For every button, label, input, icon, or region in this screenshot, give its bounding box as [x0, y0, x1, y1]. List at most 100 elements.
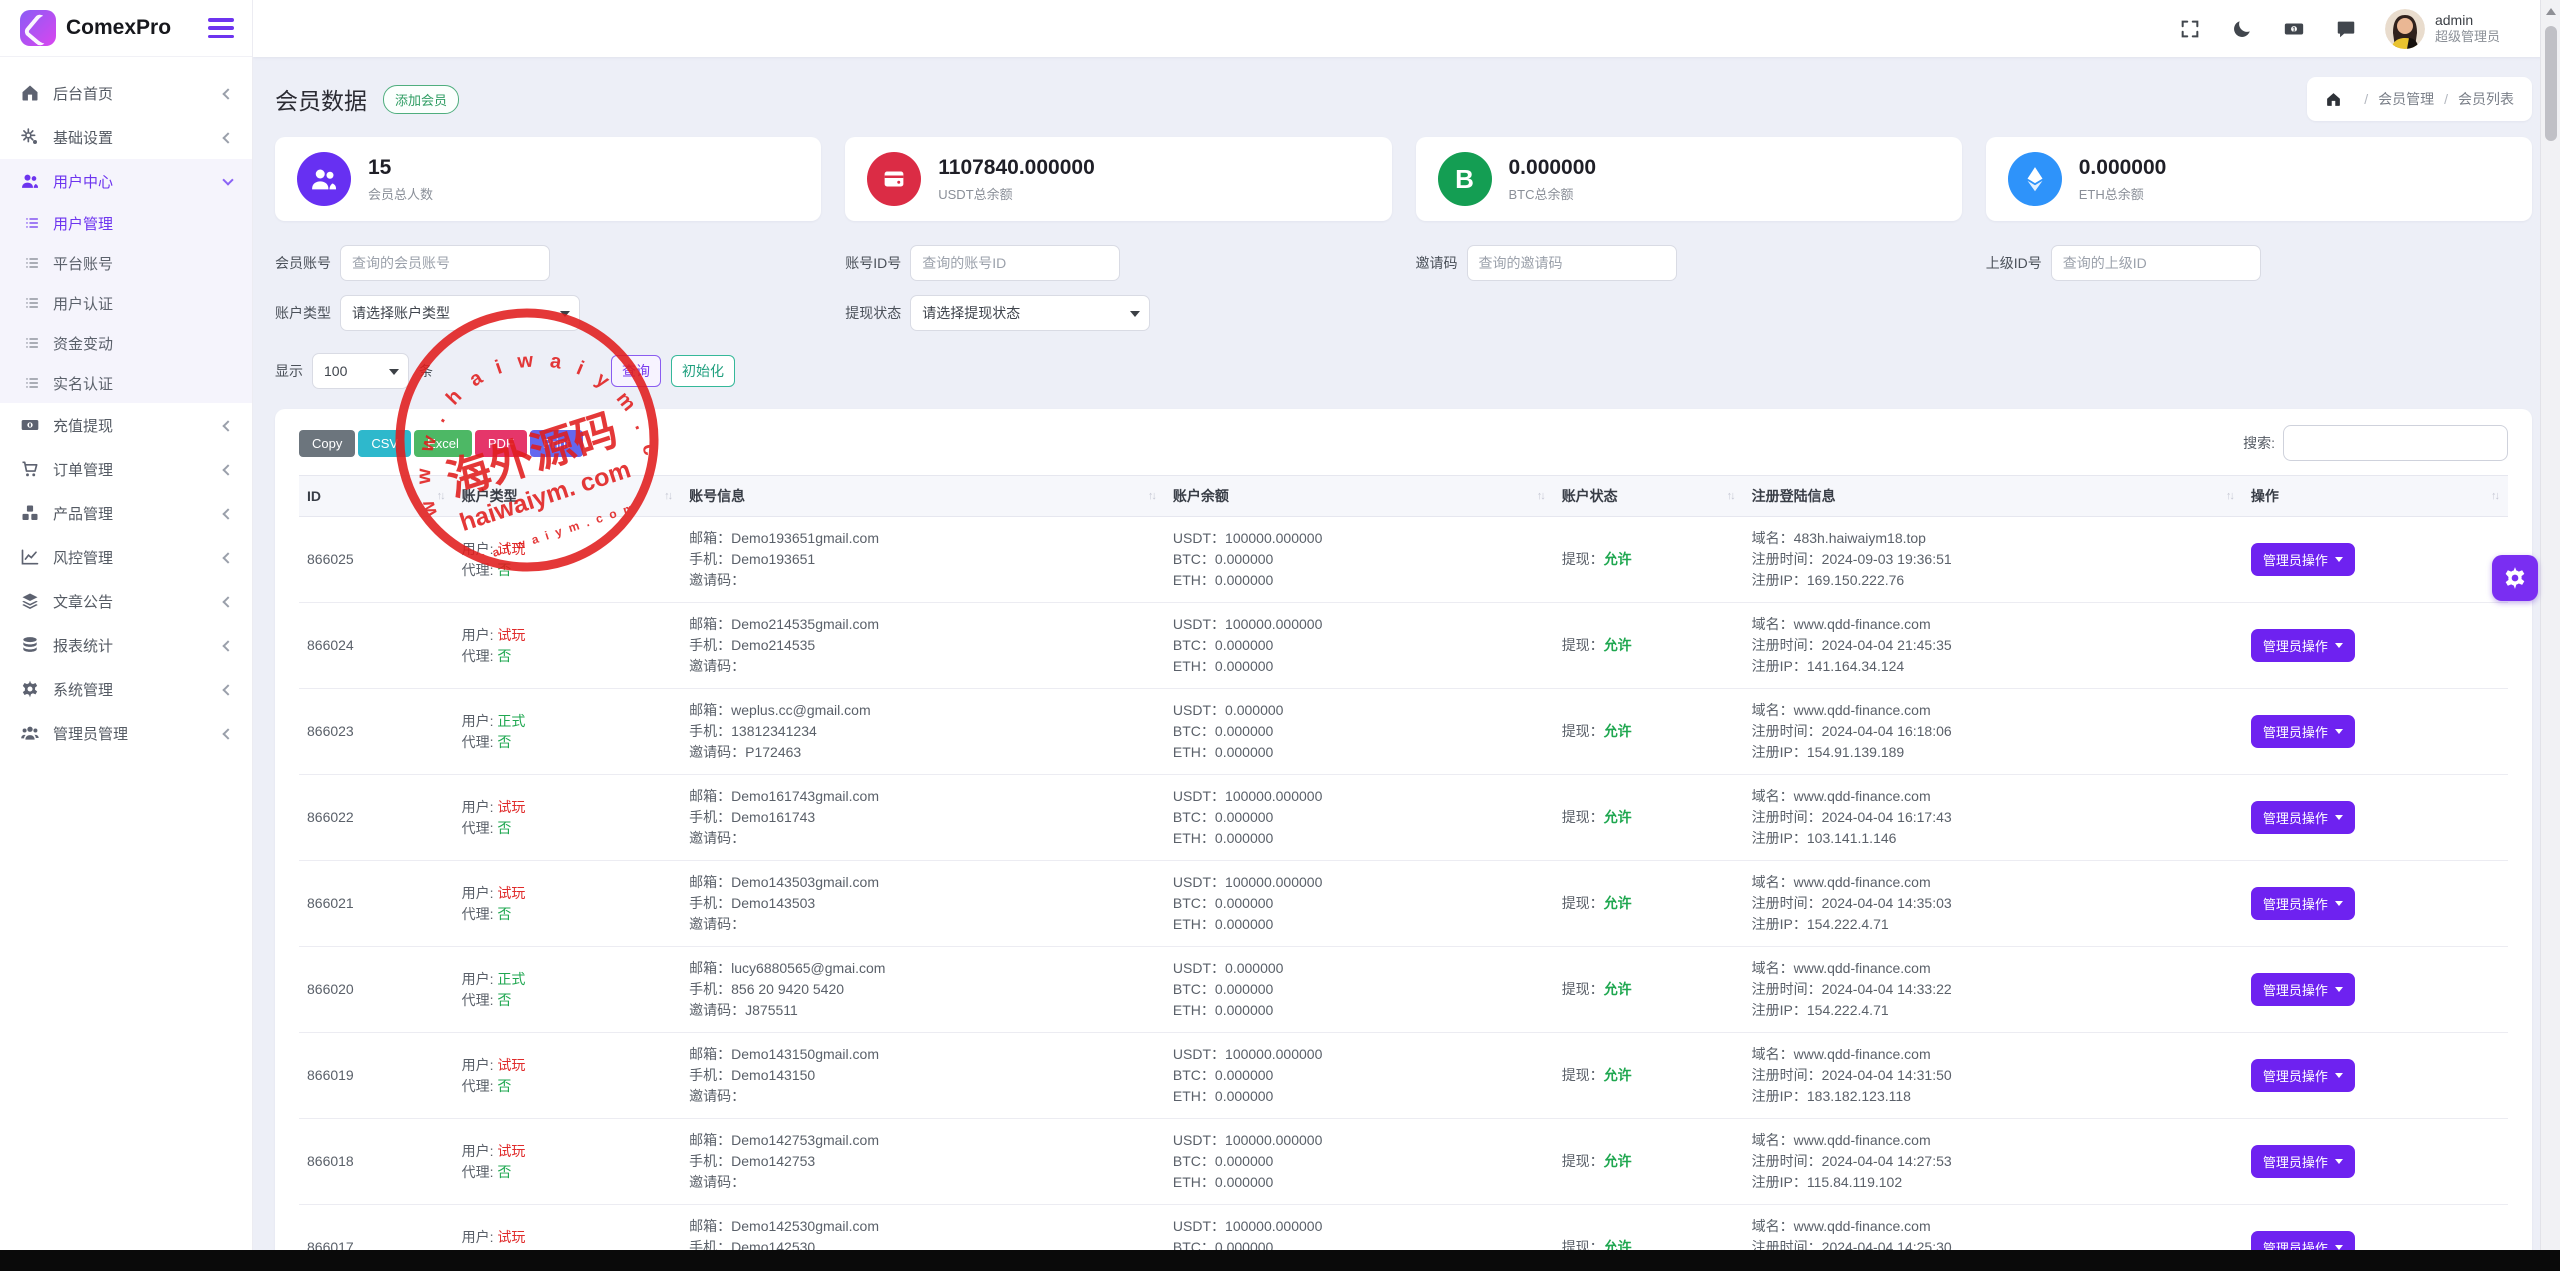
sidebar-item-风控管理[interactable]: 风控管理: [0, 535, 252, 579]
admin-action-label: 管理员操作: [2263, 808, 2328, 827]
sidebar-subitem-label: 实名认证: [53, 373, 113, 394]
cell-action: 管理员操作: [2243, 689, 2508, 775]
filter-label: 会员账号: [275, 253, 331, 273]
list-icon: [24, 375, 40, 391]
cell-balance: USDT：0.000000BTC：0.000000ETH：0.000000: [1165, 947, 1554, 1033]
sidebar-subitem-资金变动[interactable]: 资金变动: [0, 323, 252, 363]
breadcrumb-item[interactable]: 会员管理: [2378, 89, 2434, 109]
chevron-left-icon: [222, 88, 233, 99]
column-header-账户余额[interactable]: 账户余额↑↓: [1165, 476, 1554, 517]
sidebar-subitem-实名认证[interactable]: 实名认证: [0, 363, 252, 403]
table-row: 866018用户: 试玩代理: 否邮箱：Demo142753gmail.com手…: [299, 1119, 2508, 1205]
column-header-账号信息[interactable]: 账号信息↑↓: [681, 476, 1165, 517]
admin-action-button[interactable]: 管理员操作: [2251, 715, 2355, 748]
chevron-left-icon: [222, 552, 233, 563]
cell-action: 管理员操作: [2243, 1033, 2508, 1119]
admin-action-button[interactable]: 管理员操作: [2251, 629, 2355, 662]
column-header-账户类型[interactable]: 账户类型↑↓: [454, 476, 682, 517]
avatar[interactable]: [2385, 9, 2425, 49]
admin-action-button[interactable]: 管理员操作: [2251, 1231, 2355, 1250]
invite-code-input[interactable]: [1467, 245, 1677, 281]
sidebar-subitem-label: 用户管理: [53, 213, 113, 234]
export-excel-button[interactable]: Excel: [414, 430, 472, 457]
sidebar-item-产品管理[interactable]: 产品管理: [0, 491, 252, 535]
list-icon: [24, 335, 40, 351]
account-type-select[interactable]: 请选择账户类型: [340, 295, 580, 331]
query-button[interactable]: 查询: [611, 355, 661, 387]
user-info: admin 超级管理员: [2435, 12, 2500, 46]
account-id-input[interactable]: [910, 245, 1120, 281]
sidebar-item-label: 系统管理: [53, 679, 224, 700]
search-input[interactable]: [2283, 425, 2508, 461]
export-csv-button[interactable]: CSV: [358, 430, 411, 457]
cell-balance: USDT：100000.000000BTC：0.000000ETH：0.0000…: [1165, 1033, 1554, 1119]
layers-icon: [20, 591, 40, 611]
sidebar-item-管理员管理[interactable]: 管理员管理: [0, 711, 252, 755]
cell-account-type: 用户: 试玩代理: 否: [454, 1205, 682, 1251]
sidebar-item-订单管理[interactable]: 订单管理: [0, 447, 252, 491]
member-account-input[interactable]: [340, 245, 550, 281]
admin-action-button[interactable]: 管理员操作: [2251, 973, 2355, 1006]
export-copy-button[interactable]: Copy: [299, 430, 355, 457]
sidebar-item-系统管理[interactable]: 系统管理: [0, 667, 252, 711]
menu-toggle-icon[interactable]: [208, 18, 234, 38]
export-print-button[interactable]: Print: [530, 430, 583, 457]
stat-cards: 15会员总人数1107840.000000USDT总余额B0.000000BTC…: [275, 137, 2532, 221]
filter-label: 邀请码: [1416, 253, 1458, 273]
home-icon[interactable]: [2325, 91, 2342, 108]
admin-action-button[interactable]: 管理员操作: [2251, 801, 2355, 834]
cell-register-info: 域名：www.qdd-finance.com注册时间：2024-04-04 14…: [1744, 947, 2243, 1033]
chevron-down-icon: [2335, 643, 2343, 648]
chevron-down-icon: [2335, 901, 2343, 906]
sidebar-item-充值提现[interactable]: 充值提现: [0, 403, 252, 447]
column-header-账户状态[interactable]: 账户状态↑↓: [1554, 476, 1744, 517]
page-size-select[interactable]: 100: [312, 353, 409, 389]
settings-gear-button[interactable]: [2492, 555, 2538, 601]
fullscreen-icon[interactable]: [2179, 18, 2201, 40]
scrollbar-track[interactable]: [2540, 0, 2560, 1250]
column-header-注册登陆信息[interactable]: 注册登陆信息↑↓: [1744, 476, 2243, 517]
table-card: CopyCSVExcelPDFPrint 搜索: ID↑↓账户类型↑↓账号信息↑…: [275, 409, 2532, 1250]
admin-action-button[interactable]: 管理员操作: [2251, 887, 2355, 920]
stat-label: ETH总余额: [2079, 184, 2167, 203]
admin-action-button[interactable]: 管理员操作: [2251, 543, 2355, 576]
breadcrumb-item[interactable]: 会员列表: [2458, 89, 2514, 109]
sort-icon: ↑↓: [1537, 490, 1546, 502]
chat-icon[interactable]: [2335, 18, 2357, 40]
chevron-down-icon: [2335, 557, 2343, 562]
list-icon: [24, 295, 40, 311]
cell-status: 提现：允许: [1554, 1119, 1744, 1205]
admin-action-button[interactable]: 管理员操作: [2251, 1145, 2355, 1178]
sidebar-subitem-label: 资金变动: [53, 333, 113, 354]
sidebar-subitem-用户认证[interactable]: 用户认证: [0, 283, 252, 323]
sidebar-item-label: 用户中心: [53, 171, 224, 192]
scrollbar-up-arrow[interactable]: [2546, 8, 2556, 15]
cell-account-type: 用户: 试玩代理: 否: [454, 775, 682, 861]
stat-label: 会员总人数: [368, 184, 433, 203]
sidebar-item-用户中心[interactable]: 用户中心: [0, 159, 252, 203]
parent-id-input[interactable]: [2051, 245, 2261, 281]
sidebar-subitem-平台账号[interactable]: 平台账号: [0, 243, 252, 283]
column-header-操作[interactable]: 操作↑↓: [2243, 476, 2508, 517]
admin-action-button[interactable]: 管理员操作: [2251, 1059, 2355, 1092]
reset-button[interactable]: 初始化: [671, 355, 735, 387]
sidebar-item-文章公告[interactable]: 文章公告: [0, 579, 252, 623]
sidebar-item-报表统计[interactable]: 报表统计: [0, 623, 252, 667]
sidebar-subitem-用户管理[interactable]: 用户管理: [0, 203, 252, 243]
scrollbar-thumb[interactable]: [2545, 26, 2557, 141]
export-pdf-button[interactable]: PDF: [475, 430, 527, 457]
cell-status: 提现：允许: [1554, 947, 1744, 1033]
add-member-button[interactable]: 添加会员: [383, 85, 459, 114]
chevron-left-icon: [222, 640, 233, 651]
money-icon[interactable]: 1: [2283, 18, 2305, 40]
table-row: 866024用户: 试玩代理: 否邮箱：Demo214535gmail.com手…: [299, 603, 2508, 689]
dark-mode-moon-icon[interactable]: [2231, 18, 2253, 40]
filter-label: 上级ID号: [1986, 253, 2042, 273]
withdraw-status-select[interactable]: 请选择提现状态: [910, 295, 1150, 331]
stat-card: 15会员总人数: [275, 137, 821, 221]
sidebar-item-基础设置[interactable]: 基础设置: [0, 115, 252, 159]
admin-action-label: 管理员操作: [2263, 980, 2328, 999]
page-head: 会员数据 添加会员 / 会员管理 / 会员列表: [275, 77, 2532, 121]
sidebar-item-后台首页[interactable]: 后台首页: [0, 71, 252, 115]
column-header-ID[interactable]: ID↑↓: [299, 476, 454, 517]
